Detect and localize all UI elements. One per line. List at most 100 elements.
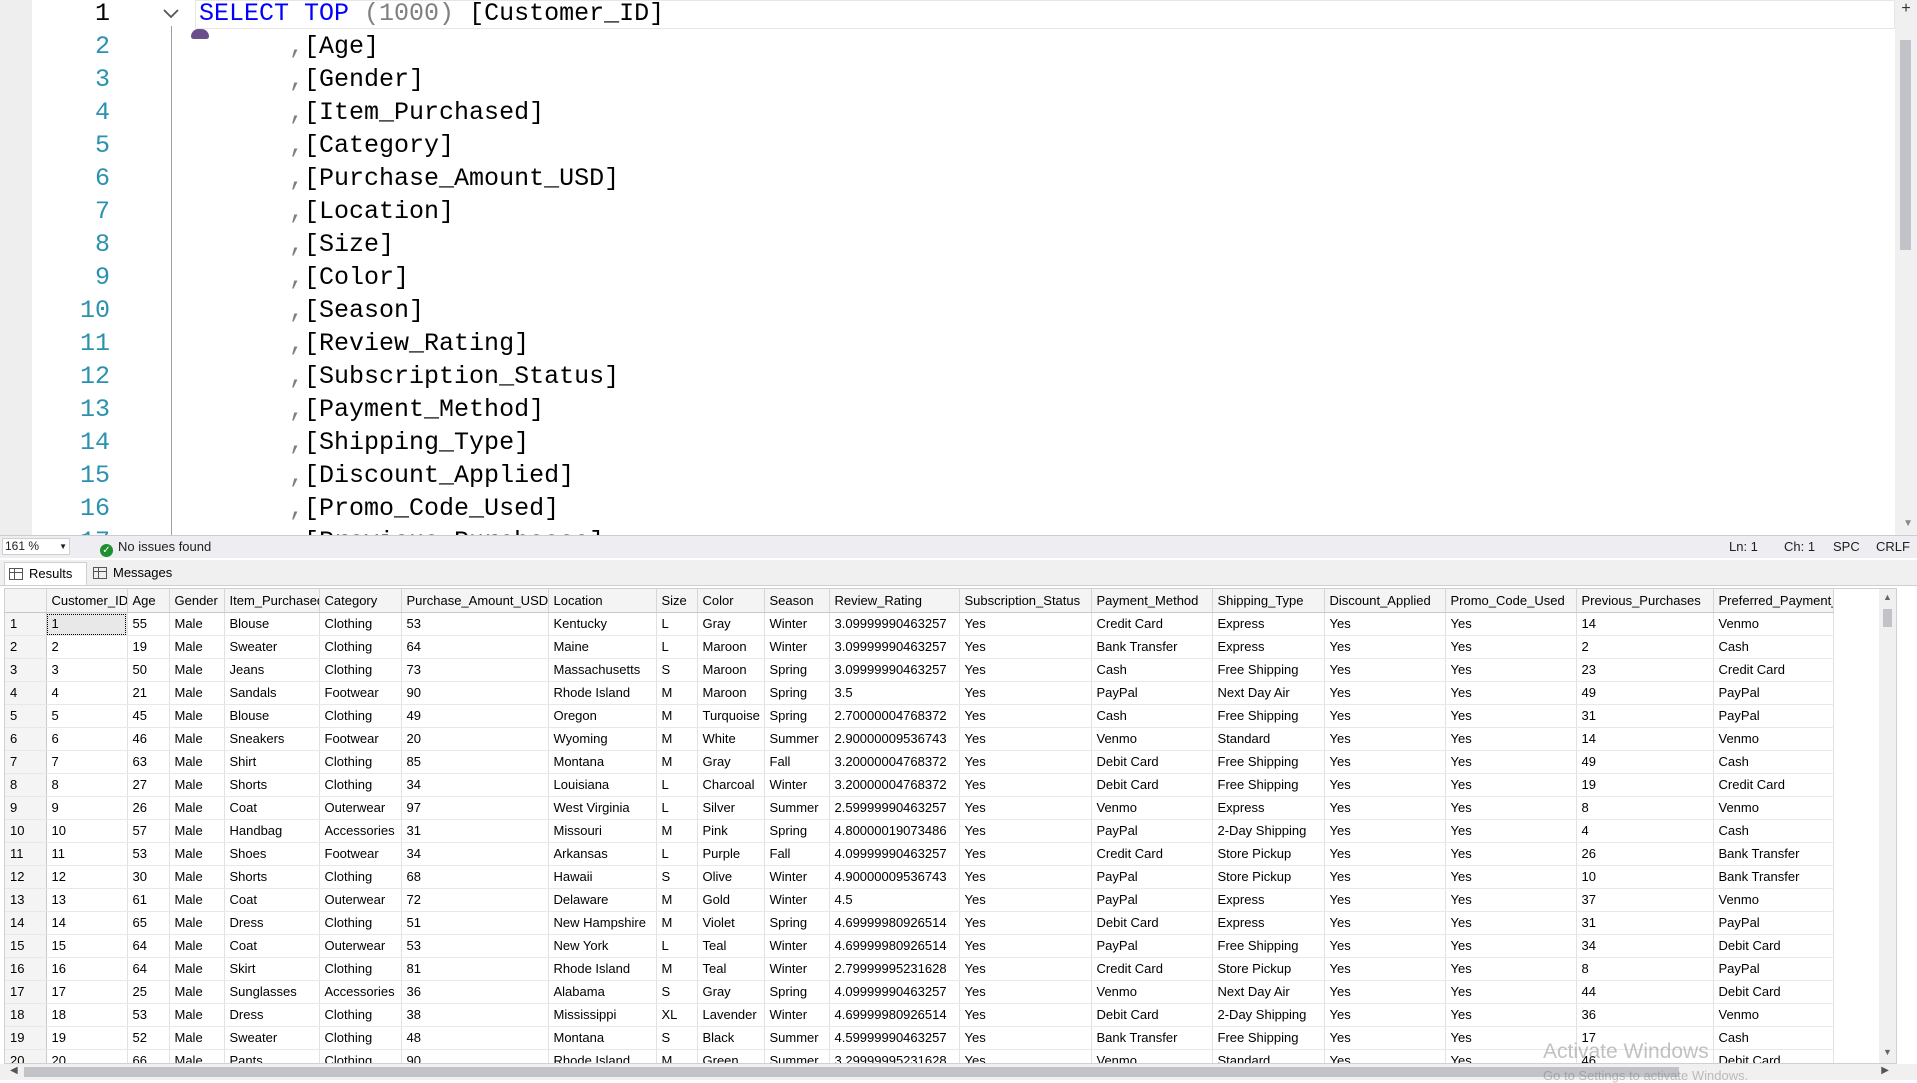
table-cell[interactable]: 3.09999990463257 [829, 658, 960, 682]
table-cell[interactable]: Yes [1324, 842, 1446, 866]
table-cell[interactable]: 26 [1576, 842, 1714, 866]
table-cell[interactable]: Yes [1445, 865, 1577, 889]
table-cell[interactable]: 4.80000019073486 [829, 819, 960, 843]
table-cell[interactable]: Clothing [319, 911, 402, 935]
table-cell[interactable]: Yes [1445, 819, 1577, 843]
table-cell[interactable]: 50 [127, 658, 170, 682]
table-cell[interactable]: Winter [764, 1003, 830, 1027]
table-cell[interactable]: Blouse [224, 612, 320, 636]
table-cell[interactable]: PayPal [1091, 934, 1213, 958]
table-cell[interactable]: Credit Card [1091, 612, 1213, 636]
table-cell[interactable]: 2.59999990463257 [829, 796, 960, 820]
column-header[interactable]: Item_Purchased [224, 589, 320, 613]
column-header[interactable]: Review_Rating [829, 589, 960, 613]
table-cell[interactable]: 12 [46, 865, 128, 889]
table-cell[interactable]: PayPal [1713, 957, 1834, 981]
table-cell[interactable]: Free Shipping [1212, 658, 1325, 682]
table-cell[interactable]: Outerwear [319, 796, 402, 820]
table-cell[interactable]: Fall [764, 842, 830, 866]
table-cell[interactable]: Charcoal [697, 773, 765, 797]
table-cell[interactable]: PayPal [1713, 704, 1834, 728]
table-cell[interactable]: Maroon [697, 681, 765, 705]
table-cell[interactable]: 19 [46, 1026, 128, 1050]
table-cell[interactable]: Bank Transfer [1713, 865, 1834, 889]
table-cell[interactable]: Summer [764, 727, 830, 751]
table-cell[interactable]: 3.20000004768372 [829, 750, 960, 774]
table-cell[interactable]: 4.59999990463257 [829, 1026, 960, 1050]
table-cell[interactable]: 4.69999980926514 [829, 911, 960, 935]
table-row[interactable]: 14 14 65 Male Dress Clothing 51 New Hampshire M V… [5, 911, 1834, 935]
table-cell[interactable]: Yes [959, 773, 1092, 797]
table-cell[interactable]: Violet [697, 911, 765, 935]
table-cell[interactable]: Winter [764, 888, 830, 912]
row-number[interactable]: 17 [5, 980, 47, 1004]
column-header[interactable]: Payment_Method [1091, 589, 1213, 613]
table-cell[interactable]: 3.09999990463257 [829, 635, 960, 659]
table-cell[interactable]: 5 [46, 704, 128, 728]
table-cell[interactable]: Yes [1445, 704, 1577, 728]
row-number[interactable]: 15 [5, 934, 47, 958]
table-cell[interactable]: XL [656, 1003, 698, 1027]
table-cell[interactable]: Bank Transfer [1091, 1026, 1213, 1050]
table-cell[interactable]: M [656, 704, 698, 728]
table-cell[interactable]: 31 [401, 819, 549, 843]
table-cell[interactable]: White [697, 727, 765, 751]
row-number[interactable]: 10 [5, 819, 47, 843]
table-cell[interactable]: Spring [764, 658, 830, 682]
zoom-dropdown[interactable]: 161 % ▼ [2, 538, 70, 555]
table-cell[interactable]: Maine [548, 635, 657, 659]
table-cell[interactable]: Bank Transfer [1091, 635, 1213, 659]
table-cell[interactable]: Yes [959, 796, 1092, 820]
table-cell[interactable]: Venmo [1091, 727, 1213, 751]
table-cell[interactable]: Male [169, 612, 225, 636]
table-cell[interactable]: 51 [401, 911, 549, 935]
table-cell[interactable]: Arkansas [548, 842, 657, 866]
line-ending-indicator[interactable]: CRLF [1876, 539, 1910, 554]
table-cell[interactable]: 85 [401, 750, 549, 774]
code-line[interactable]: ,[Payment_Method] [199, 393, 544, 426]
table-cell[interactable]: Debit Card [1713, 980, 1834, 1004]
table-cell[interactable]: Gray [697, 750, 765, 774]
table-cell[interactable]: 61 [127, 888, 170, 912]
table-cell[interactable]: 57 [127, 819, 170, 843]
table-cell[interactable]: 4.09999990463257 [829, 842, 960, 866]
table-cell[interactable]: Cash [1713, 635, 1834, 659]
table-row[interactable]: 4 4 21 Male Sandals Footwear 90 Rhode Island M Ma… [5, 681, 1834, 705]
code-line[interactable]: ,[Size] [199, 228, 394, 261]
table-cell[interactable]: PayPal [1091, 865, 1213, 889]
table-cell[interactable]: Male [169, 681, 225, 705]
table-cell[interactable]: Winter [764, 934, 830, 958]
table-cell[interactable]: Yes [1445, 934, 1577, 958]
table-cell[interactable]: 3.5 [829, 681, 960, 705]
table-cell[interactable]: Winter [764, 773, 830, 797]
table-cell[interactable]: Express [1212, 911, 1325, 935]
table-cell[interactable]: S [656, 1026, 698, 1050]
table-cell[interactable]: Yes [1445, 658, 1577, 682]
editor-vertical-scrollbar[interactable]: + ▼ [1895, 0, 1917, 535]
table-cell[interactable]: Footwear [319, 727, 402, 751]
table-cell[interactable]: L [656, 773, 698, 797]
code-line[interactable]: ,[Shipping_Type] [199, 426, 529, 459]
table-cell[interactable]: Spring [764, 980, 830, 1004]
table-cell[interactable]: Sunglasses [224, 980, 320, 1004]
table-cell[interactable]: 19 [1576, 773, 1714, 797]
table-cell[interactable]: 63 [127, 750, 170, 774]
table-cell[interactable]: 72 [401, 888, 549, 912]
split-editor-icon[interactable]: + [1897, 0, 1915, 18]
table-cell[interactable]: Free Shipping [1212, 750, 1325, 774]
table-cell[interactable]: Yes [1324, 819, 1446, 843]
table-cell[interactable]: Pants [224, 1049, 320, 1063]
table-cell[interactable]: 14 [1576, 612, 1714, 636]
table-cell[interactable]: 4 [46, 681, 128, 705]
table-cell[interactable]: Black [697, 1026, 765, 1050]
table-cell[interactable]: Dress [224, 911, 320, 935]
table-cell[interactable]: Lavender [697, 1003, 765, 1027]
table-row[interactable]: 11 11 53 Male Shoes Footwear 34 Arkansas L Purple… [5, 842, 1834, 866]
table-cell[interactable]: Male [169, 888, 225, 912]
table-cell[interactable]: 49 [401, 704, 549, 728]
table-cell[interactable]: 53 [401, 612, 549, 636]
table-cell[interactable]: 10 [46, 819, 128, 843]
table-cell[interactable]: Coat [224, 934, 320, 958]
table-cell[interactable]: Shorts [224, 865, 320, 889]
table-cell[interactable]: PayPal [1713, 911, 1834, 935]
